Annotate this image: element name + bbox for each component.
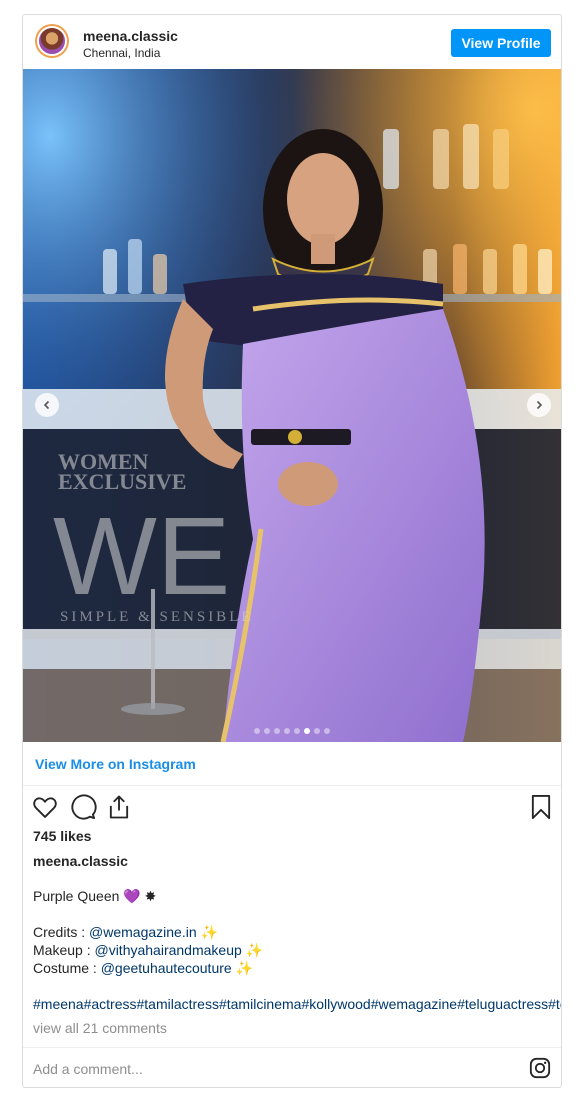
- makeup-label: Makeup :: [33, 942, 95, 958]
- share-icon[interactable]: [105, 793, 133, 821]
- carousel-dot[interactable]: [304, 728, 310, 734]
- carousel-next-button[interactable]: [527, 393, 551, 417]
- carousel-dot[interactable]: [324, 728, 330, 734]
- bookmark-icon[interactable]: [527, 793, 555, 821]
- credits-handle-link[interactable]: @wemagazine.in: [89, 924, 197, 940]
- likes-count[interactable]: 745 likes: [33, 828, 91, 844]
- carousel-dot[interactable]: [264, 728, 270, 734]
- chevron-right-icon: [536, 400, 543, 410]
- costume-handle-link[interactable]: @geetuhautecouture: [101, 960, 232, 976]
- header-username[interactable]: meena.classic: [83, 28, 178, 44]
- comment-icon[interactable]: [69, 793, 97, 821]
- divider: [23, 785, 561, 786]
- carousel-dot[interactable]: [274, 728, 280, 734]
- instagram-embed-card: meena.classic Chennai, India View Profil…: [22, 14, 562, 1088]
- watermark-line2: EXCLUSIVE: [58, 469, 186, 494]
- post-image: WOMEN EXCLUSIVE WE SIMPLE & SENSIBLE: [23, 69, 561, 742]
- sparkle-icon: ✨: [235, 960, 254, 976]
- costume-label: Costume :: [33, 960, 101, 976]
- watermark-tagline: SIMPLE & SENSIBLE: [60, 609, 254, 625]
- divider: [23, 1047, 561, 1048]
- view-more-link[interactable]: View More on Instagram: [35, 756, 196, 772]
- add-comment-input[interactable]: Add a comment...: [33, 1061, 143, 1077]
- caption-makeup: Makeup : @vithyahairandmakeup ✨: [33, 942, 263, 959]
- sparkle-icon: ✨: [200, 924, 218, 940]
- chevron-left-icon: [43, 400, 50, 410]
- carousel-dot[interactable]: [254, 728, 260, 734]
- credits-label: Credits :: [33, 924, 90, 940]
- post-photo: WOMEN EXCLUSIVE WE SIMPLE & SENSIBLE: [23, 69, 561, 742]
- carousel-dot[interactable]: [314, 728, 320, 734]
- instagram-icon[interactable]: [529, 1057, 551, 1079]
- sparkle-icon: ✨: [245, 942, 264, 958]
- carousel-prev-button[interactable]: [35, 393, 59, 417]
- makeup-handle-link[interactable]: @vithyahairandmakeup: [94, 942, 241, 958]
- view-all-comments-link[interactable]: view all 21 comments: [33, 1020, 167, 1036]
- caption-title: Purple Queen 💜 ✸: [33, 888, 157, 904]
- heart-icon[interactable]: [31, 793, 59, 821]
- watermark-logo: WE: [53, 495, 230, 618]
- action-bar: [31, 793, 553, 823]
- caption-credits: Credits : @wemagazine.in ✨: [33, 924, 218, 941]
- avatar[interactable]: [35, 24, 69, 58]
- post-header: meena.classic Chennai, India View Profil…: [23, 15, 561, 69]
- carousel-dot[interactable]: [284, 728, 290, 734]
- view-profile-button[interactable]: View Profile: [451, 29, 551, 57]
- caption-username[interactable]: meena.classic: [33, 853, 128, 869]
- carousel-dot[interactable]: [294, 728, 300, 734]
- caption-costume: Costume : @geetuhautecouture ✨: [33, 960, 253, 977]
- header-location[interactable]: Chennai, India: [83, 46, 160, 60]
- hashtags-line[interactable]: #meena#actress#tamilactress#tamilcinema#…: [33, 996, 561, 1012]
- carousel-dots: [23, 721, 561, 739]
